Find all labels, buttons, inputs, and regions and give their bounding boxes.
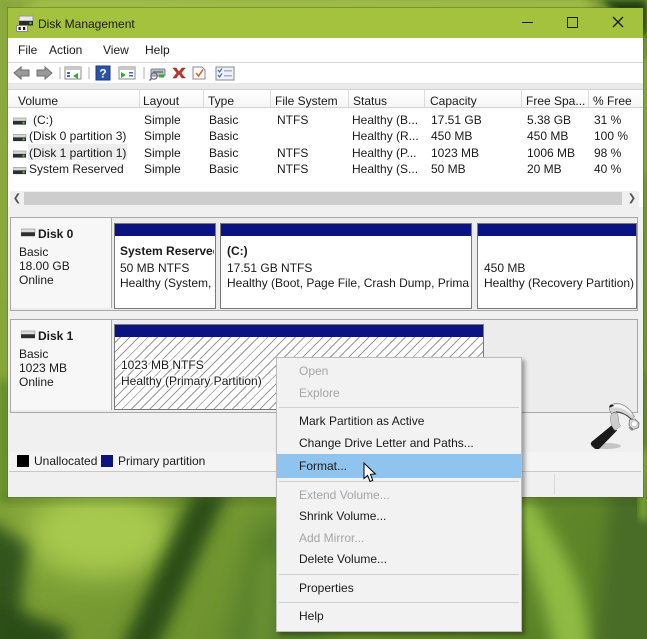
svg-text:?: ? <box>99 67 106 81</box>
